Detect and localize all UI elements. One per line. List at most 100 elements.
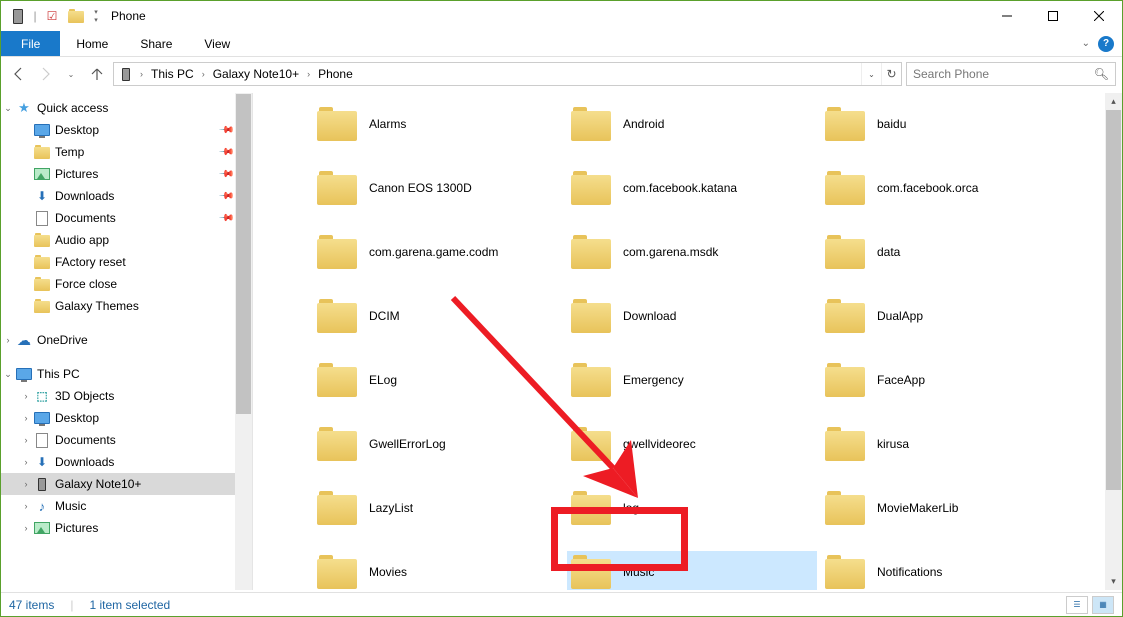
folder-label: Android [623, 117, 664, 131]
folder-item[interactable]: FaceApp [821, 359, 1071, 401]
nav-force-close[interactable]: Force close [1, 273, 252, 295]
qat-folder-icon [65, 5, 87, 27]
folder-icon [317, 171, 357, 205]
folder-item[interactable]: Music [567, 551, 817, 590]
folder-item[interactable]: com.facebook.orca [821, 167, 1071, 209]
folder-icon [317, 363, 357, 397]
folder-item[interactable]: LazyList [313, 487, 563, 529]
close-button[interactable] [1076, 1, 1122, 31]
folder-item[interactable]: MovieMakerLib [821, 487, 1071, 529]
folder-item[interactable]: gwellvideorec [567, 423, 817, 465]
address-bar[interactable]: › This PC › Galaxy Note10+ › Phone ⌄ ↻ [113, 62, 902, 86]
nav-desktop[interactable]: Desktop📌 [1, 119, 252, 141]
nav-documents-2[interactable]: ›Documents [1, 429, 252, 451]
folder-item[interactable]: Alarms [313, 103, 563, 145]
folder-label: baidu [877, 117, 906, 131]
folder-label: GwellErrorLog [369, 437, 446, 451]
nav-scrollbar[interactable] [235, 93, 252, 590]
folder-icon [571, 427, 611, 461]
tab-view[interactable]: View [188, 31, 246, 56]
folder-item[interactable]: Emergency [567, 359, 817, 401]
address-row: ⌄ › This PC › Galaxy Note10+ › Phone ⌄ ↻… [1, 57, 1122, 91]
folder-icon [825, 107, 865, 141]
scroll-down-icon[interactable]: ▾ [1105, 573, 1122, 590]
folder-item[interactable]: Movies [313, 551, 563, 590]
nav-temp[interactable]: Temp📌 [1, 141, 252, 163]
nav-pictures[interactable]: Pictures📌 [1, 163, 252, 185]
nav-up-button[interactable] [85, 62, 109, 86]
breadcrumb-folder[interactable]: Phone [316, 67, 355, 81]
folder-item[interactable]: Android [567, 103, 817, 145]
ribbon-minimize-icon[interactable]: ⌄ [1082, 38, 1090, 49]
folder-item[interactable]: com.garena.msdk [567, 231, 817, 273]
file-tab[interactable]: File [1, 31, 60, 56]
folder-label: MovieMakerLib [877, 501, 958, 515]
folder-label: com.garena.msdk [623, 245, 718, 259]
folder-item[interactable]: baidu [821, 103, 1071, 145]
folder-item[interactable]: com.facebook.katana [567, 167, 817, 209]
nav-pictures-2[interactable]: ›Pictures [1, 517, 252, 539]
folder-icon [571, 363, 611, 397]
nav-history-dropdown[interactable]: ⌄ [59, 62, 83, 86]
breadcrumb-separator[interactable]: › [140, 69, 143, 79]
nav-back-button[interactable] [7, 62, 31, 86]
breadcrumb-separator[interactable]: › [307, 69, 310, 79]
folder-item[interactable]: ELog [313, 359, 563, 401]
files-scrollbar[interactable]: ▴ ▾ [1105, 93, 1122, 590]
folder-icon [825, 299, 865, 333]
folder-icon [317, 235, 357, 269]
help-icon[interactable]: ? [1098, 36, 1114, 52]
search-box[interactable]: Search Phone 🔍︎ [906, 62, 1116, 86]
breadcrumb-device[interactable]: Galaxy Note10+ [211, 67, 301, 81]
status-selected-count: 1 item selected [89, 598, 170, 612]
folder-item[interactable]: Notifications [821, 551, 1071, 590]
view-icons-button[interactable]: ▦ [1092, 596, 1114, 614]
nav-this-pc[interactable]: ⌄This PC [1, 363, 252, 385]
folder-item[interactable]: DCIM [313, 295, 563, 337]
status-item-count: 47 items [9, 598, 54, 612]
folder-label: Canon EOS 1300D [369, 181, 472, 195]
refresh-button[interactable]: ↻ [881, 63, 901, 85]
nav-factory-reset[interactable]: FActory reset [1, 251, 252, 273]
nav-documents[interactable]: Documents📌 [1, 207, 252, 229]
folder-item[interactable]: log [567, 487, 817, 529]
minimize-button[interactable] [984, 1, 1030, 31]
nav-downloads[interactable]: ⬇Downloads📌 [1, 185, 252, 207]
tab-share[interactable]: Share [124, 31, 188, 56]
folder-item[interactable]: Canon EOS 1300D [313, 167, 563, 209]
address-dropdown[interactable]: ⌄ [861, 63, 881, 85]
nav-3d-objects[interactable]: ›⬚3D Objects [1, 385, 252, 407]
folder-label: gwellvideorec [623, 437, 696, 451]
folder-label: Download [623, 309, 676, 323]
search-placeholder: Search Phone [913, 67, 989, 81]
breadcrumb-separator[interactable]: › [202, 69, 205, 79]
nav-quick-access[interactable]: ⌄★ Quick access [1, 97, 252, 119]
folder-icon [825, 235, 865, 269]
breadcrumb-this-pc[interactable]: This PC [149, 67, 196, 81]
folder-icon [317, 299, 357, 333]
files-pane: Alarms Android baidu Canon EOS 1300D com.fac… [253, 93, 1122, 590]
maximize-button[interactable] [1030, 1, 1076, 31]
nav-desktop-2[interactable]: ›Desktop [1, 407, 252, 429]
window-title: Phone [111, 9, 146, 23]
folder-item[interactable]: kirusa [821, 423, 1071, 465]
folder-item[interactable]: Download [567, 295, 817, 337]
folder-icon [571, 299, 611, 333]
folder-item[interactable]: GwellErrorLog [313, 423, 563, 465]
qat-dropdown[interactable]: ▾▾ [89, 5, 103, 27]
nav-galaxy-note10[interactable]: ›Galaxy Note10+ [1, 473, 252, 495]
folder-item[interactable]: DualApp [821, 295, 1071, 337]
tab-home[interactable]: Home [60, 31, 124, 56]
folder-item[interactable]: data [821, 231, 1071, 273]
nav-onedrive[interactable]: ›☁OneDrive [1, 329, 252, 351]
folder-icon [571, 107, 611, 141]
qat-check-icon[interactable]: ☑ [41, 5, 63, 27]
nav-galaxy-themes[interactable]: Galaxy Themes [1, 295, 252, 317]
nav-audio-app[interactable]: Audio app [1, 229, 252, 251]
folder-label: Music [623, 565, 654, 579]
nav-downloads-2[interactable]: ›⬇Downloads [1, 451, 252, 473]
nav-music[interactable]: ›♪Music [1, 495, 252, 517]
folder-item[interactable]: com.garena.game.codm [313, 231, 563, 273]
view-details-button[interactable]: ☰ [1066, 596, 1088, 614]
scroll-up-icon[interactable]: ▴ [1105, 93, 1122, 110]
